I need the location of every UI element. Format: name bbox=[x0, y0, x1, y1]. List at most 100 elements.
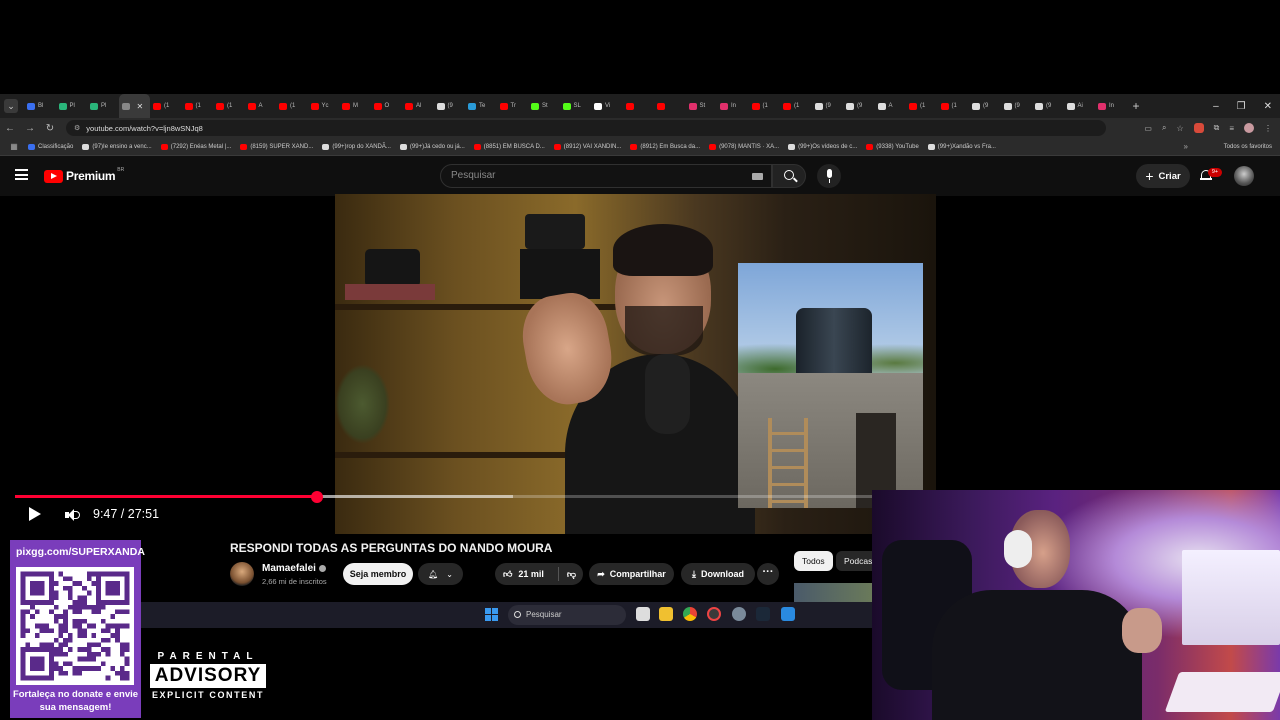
tab-close-icon[interactable]: ✕ bbox=[137, 102, 144, 111]
bookmark-item[interactable]: (99+)rop do XANDÃ... bbox=[322, 143, 391, 150]
video-player[interactable] bbox=[335, 194, 936, 534]
zoom-icon[interactable]: ⌕ bbox=[1162, 123, 1166, 133]
keyboard-icon[interactable] bbox=[752, 173, 763, 180]
browser-tab[interactable]: SL bbox=[560, 94, 592, 118]
browser-tab[interactable]: A bbox=[245, 94, 277, 118]
browser-tab[interactable]: (1 bbox=[182, 94, 214, 118]
tab-search-icon[interactable]: ⌄ bbox=[4, 99, 18, 113]
recommended-video-thumbnail[interactable] bbox=[794, 583, 872, 603]
browser-tab[interactable]: Te bbox=[465, 94, 497, 118]
taskbar-search[interactable]: Pesquisar bbox=[508, 605, 626, 625]
app-icon[interactable] bbox=[781, 607, 795, 621]
scrubber-handle[interactable] bbox=[311, 490, 324, 503]
windows-start-icon[interactable] bbox=[485, 608, 498, 621]
browser-tab[interactable]: Tr bbox=[497, 94, 529, 118]
chrome-icon[interactable] bbox=[683, 607, 697, 621]
bookmark-item[interactable]: (7292) Enéas Metal |... bbox=[160, 143, 231, 150]
media-controls-icon[interactable]: ≡ bbox=[1229, 124, 1234, 133]
profile-avatar[interactable] bbox=[1244, 123, 1254, 133]
bookmark-item[interactable]: (8912) VAI XANDIN... bbox=[553, 143, 621, 150]
progress-bar[interactable] bbox=[15, 490, 873, 503]
steam-icon[interactable] bbox=[756, 607, 770, 621]
browser-tab[interactable]: (9 bbox=[1032, 94, 1064, 118]
browser-tab[interactable]: In bbox=[1095, 94, 1127, 118]
bookmark-item[interactable]: (8851) EM BUSCA D... bbox=[473, 143, 545, 150]
bookmark-item[interactable]: (99+)Já cedo ou já... bbox=[399, 143, 465, 150]
apps-grid-icon[interactable]: ▦ bbox=[0, 142, 28, 151]
browser-tab[interactable]: (1 bbox=[276, 94, 308, 118]
browser-tab[interactable]: Vi bbox=[591, 94, 623, 118]
like-button[interactable]: 👍︎ 21 mil bbox=[495, 569, 544, 580]
browser-tab[interactable]: Bl bbox=[24, 94, 56, 118]
extension-icon[interactable] bbox=[1193, 123, 1204, 133]
bookmark-item[interactable]: Classificação bbox=[28, 143, 73, 150]
hamburger-menu-icon[interactable] bbox=[15, 169, 28, 180]
browser-tab[interactable]: M bbox=[339, 94, 371, 118]
browser-tab[interactable]: Pl bbox=[56, 94, 88, 118]
browser-tab[interactable] bbox=[623, 94, 655, 118]
browser-tab[interactable]: St bbox=[528, 94, 560, 118]
bookmark-item[interactable]: (8912) Em Busca da... bbox=[630, 143, 700, 150]
browser-tab[interactable]: ✕ bbox=[118, 94, 150, 118]
minimize-button[interactable]: – bbox=[1213, 101, 1219, 112]
browser-tab[interactable]: (1 bbox=[906, 94, 938, 118]
create-button[interactable]: + Criar bbox=[1136, 164, 1190, 188]
browser-tab[interactable]: (9 bbox=[1001, 94, 1033, 118]
browser-tab[interactable]: Al bbox=[402, 94, 434, 118]
search-button[interactable] bbox=[772, 164, 806, 188]
browser-menu-icon[interactable]: ⋮ bbox=[1264, 124, 1272, 133]
channel-name-container[interactable]: Mamaefalei bbox=[262, 563, 326, 574]
all-bookmarks-folder[interactable]: Todos os favoritos bbox=[1224, 138, 1272, 156]
reload-icon[interactable]: ↻ bbox=[40, 123, 60, 134]
bookmark-item[interactable]: (9338) YouTube bbox=[866, 143, 919, 150]
join-button[interactable]: Seja membro bbox=[343, 563, 413, 585]
browser-tab[interactable]: (1 bbox=[749, 94, 781, 118]
back-icon[interactable]: ← bbox=[0, 123, 20, 134]
bookmark-item[interactable]: (99+)Xandão vs Fra... bbox=[927, 143, 996, 150]
new-tab-button[interactable]: + bbox=[1133, 99, 1140, 113]
browser-tab[interactable]: O bbox=[371, 94, 403, 118]
browser-tab[interactable]: (9 bbox=[434, 94, 466, 118]
close-window-button[interactable]: ✕ bbox=[1264, 101, 1272, 112]
channel-avatar[interactable] bbox=[230, 562, 254, 586]
browser-tab[interactable]: (1 bbox=[780, 94, 812, 118]
subscribed-notification-button[interactable]: 🔔︎ ⌄ bbox=[418, 563, 463, 585]
download-button[interactable]: ⤓ Download bbox=[681, 563, 755, 585]
browser-tab[interactable]: St bbox=[686, 94, 718, 118]
forward-icon[interactable]: → bbox=[20, 123, 40, 134]
voice-search-mic-icon[interactable] bbox=[817, 164, 841, 188]
browser-tab[interactable]: (1 bbox=[150, 94, 182, 118]
account-avatar[interactable] bbox=[1234, 166, 1254, 186]
youtube-premium-logo[interactable]: Premium BR bbox=[44, 167, 124, 183]
dislike-button-thumbs-down-icon[interactable]: 👎︎ bbox=[567, 569, 576, 580]
bookmark-item[interactable]: (99+)Os vídeos de c... bbox=[788, 143, 857, 150]
browser-tab[interactable]: Yc bbox=[308, 94, 340, 118]
browser-tab[interactable]: In bbox=[717, 94, 749, 118]
bookmark-item[interactable]: (8159) SUPER XAND... bbox=[240, 143, 313, 150]
volume-icon[interactable] bbox=[65, 508, 81, 522]
bookmark-star-icon[interactable]: ☆ bbox=[1176, 124, 1183, 133]
obs-icon[interactable] bbox=[707, 607, 721, 621]
more-actions-icon[interactable]: ··· bbox=[757, 563, 779, 585]
channel-name[interactable]: Mamaefalei bbox=[262, 563, 316, 574]
bookmark-item[interactable]: (97)Ie ensino a venc... bbox=[82, 143, 152, 150]
settings-icon[interactable] bbox=[732, 607, 746, 621]
share-button[interactable]: ➦ Compartilhar bbox=[589, 563, 674, 585]
browser-tab[interactable]: (1 bbox=[938, 94, 970, 118]
url-field[interactable]: ⚙ youtube.com/watch?v=ljn8wSNJq8 bbox=[66, 120, 1106, 136]
browser-tab[interactable]: (9 bbox=[969, 94, 1001, 118]
bookmark-item[interactable]: (9078) MANTIS · XA... bbox=[709, 143, 779, 150]
file-explorer-icon[interactable] bbox=[659, 607, 673, 621]
browser-tab[interactable] bbox=[654, 94, 686, 118]
search-input[interactable]: Pesquisar bbox=[440, 164, 772, 188]
browser-tab[interactable]: (1 bbox=[213, 94, 245, 118]
bookmarks-overflow-icon[interactable]: » bbox=[1184, 138, 1188, 156]
site-info-icon[interactable]: ⚙ bbox=[74, 124, 80, 132]
browser-tab[interactable]: (9 bbox=[812, 94, 844, 118]
install-app-icon[interactable]: ▭ bbox=[1144, 124, 1152, 133]
extensions-puzzle-icon[interactable]: ⧉ bbox=[1214, 123, 1220, 133]
task-view-icon[interactable] bbox=[636, 607, 650, 621]
chip-all[interactable]: Todos bbox=[794, 551, 833, 571]
browser-tab[interactable]: Pl bbox=[87, 94, 119, 118]
browser-tab[interactable]: Ai bbox=[1064, 94, 1096, 118]
